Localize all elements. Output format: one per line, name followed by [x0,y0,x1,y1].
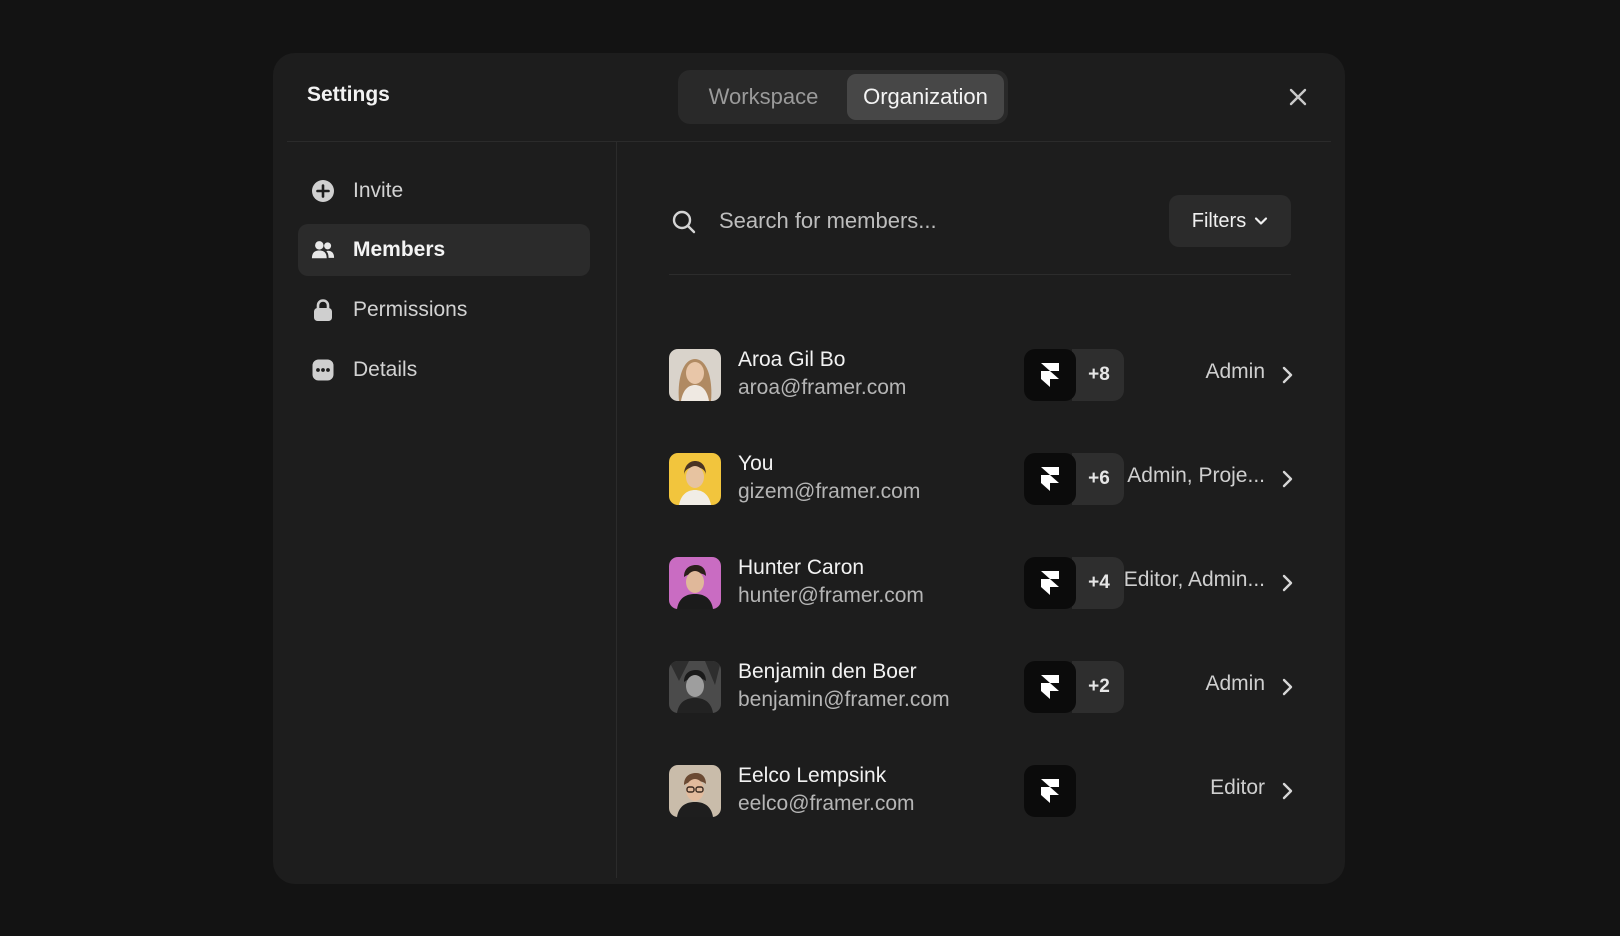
search-input[interactable] [719,201,1139,241]
extra-projects-count: +6 [1072,453,1124,505]
member-name: Eelco Lempsink [738,764,887,787]
chevron-right-icon [1282,366,1293,384]
sidebar-item-label: Members [353,238,446,261]
close-button[interactable] [1287,86,1309,108]
sidebar-item-invite[interactable]: Invite [298,165,590,217]
member-email: aroa@framer.com [738,376,907,399]
tab-workspace[interactable]: Workspace [682,74,845,120]
chevron-right-icon [1282,678,1293,696]
member-email: hunter@framer.com [738,584,924,607]
settings-modal: Settings Workspace Organization Invite M… [273,53,1345,884]
sidebar-item-members[interactable]: Members [298,224,590,276]
member-row[interactable]: Aroa Gil Bo aroa@framer.com +8 Admin [669,340,1319,410]
member-role: Admin, Proje... [1127,464,1265,487]
avatar [669,557,721,609]
scope-tab-switch: Workspace Organization [678,70,1008,124]
member-row[interactable]: Eelco Lempsink eelco@framer.com Editor [669,756,1319,826]
sidebar-item-details[interactable]: Details [298,344,590,396]
member-row[interactable]: You gizem@framer.com +6 Admin, Proje... [669,444,1319,514]
chevron-right-icon [1282,782,1293,800]
framer-logo-icon [1024,557,1076,609]
avatar [669,765,721,817]
member-email: eelco@framer.com [738,792,915,815]
framer-logo-icon [1024,349,1076,401]
avatar [669,453,721,505]
member-role: Admin [1205,360,1265,383]
search-icon [671,209,697,235]
page-title: Settings [307,83,390,106]
framer-logo-icon [1024,661,1076,713]
member-role: Admin [1205,672,1265,695]
member-row[interactable]: Benjamin den Boer benjamin@framer.com +2… [669,652,1319,722]
member-row[interactable]: Hunter Caron hunter@framer.com +4 Editor… [669,548,1319,618]
close-icon [1289,88,1307,106]
chevron-right-icon [1282,470,1293,488]
extra-projects-count: +4 [1072,557,1124,609]
framer-logo-icon [1024,765,1076,817]
member-name: Hunter Caron [738,556,865,579]
filters-button[interactable]: Filters [1169,195,1291,247]
lock-icon [311,298,335,322]
member-name: Aroa Gil Bo [738,348,846,371]
member-role: Editor [1210,776,1265,799]
sidebar: Invite Members Permissions Details [273,142,617,878]
chevron-right-icon [1282,574,1293,592]
sidebar-item-label: Details [353,358,418,381]
member-search-bar: Filters [669,195,1291,275]
extra-projects-count: +8 [1072,349,1124,401]
plus-circle-icon [311,179,335,203]
sidebar-item-label: Invite [353,179,404,202]
framer-logo-icon [1024,453,1076,505]
avatar [669,661,721,713]
sidebar-item-label: Permissions [353,298,468,321]
member-name: Benjamin den Boer [738,660,917,683]
member-name: You [738,452,774,475]
member-role: Editor, Admin... [1123,568,1265,591]
member-email: gizem@framer.com [738,480,921,503]
member-email: benjamin@framer.com [738,688,950,711]
chevron-down-icon [1255,217,1268,225]
filters-label: Filters [1191,209,1247,232]
users-icon [311,238,335,262]
extra-projects-count: +2 [1072,661,1124,713]
modal-header: Settings Workspace Organization [273,53,1345,142]
dots-square-icon [311,358,335,382]
tab-organization[interactable]: Organization [846,74,1004,120]
sidebar-item-permissions[interactable]: Permissions [298,284,590,336]
avatar [669,349,721,401]
